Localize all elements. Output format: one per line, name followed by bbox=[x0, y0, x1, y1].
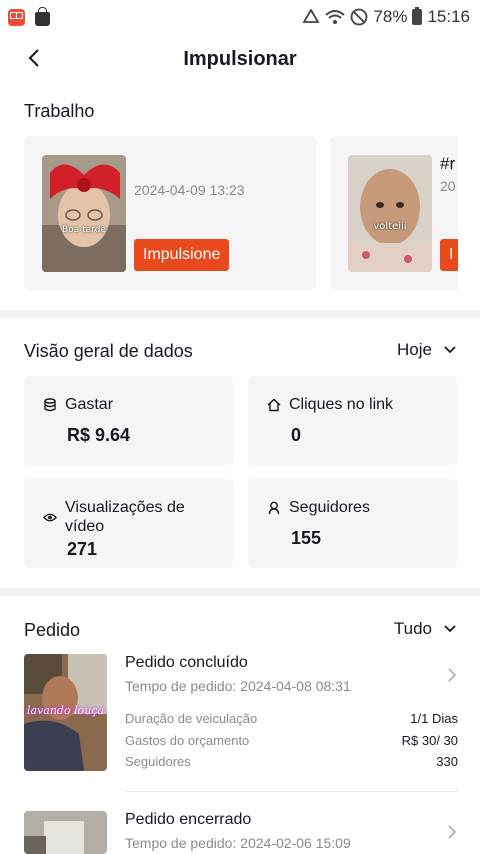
work-date: 20 bbox=[440, 178, 456, 194]
video-thumbnail[interactable]: volteiii bbox=[348, 155, 432, 272]
do-not-disturb-icon bbox=[351, 8, 368, 26]
order-status: Pedido encerrado bbox=[125, 811, 252, 828]
stat-value: R$ 9.64 bbox=[67, 425, 131, 445]
battery-percent: 78% bbox=[373, 7, 408, 26]
wifi-icon bbox=[325, 10, 346, 24]
thumbnail-caption: lavando louça bbox=[26, 704, 105, 717]
date-filter-dropdown[interactable]: Hoje bbox=[397, 340, 456, 360]
order-time: Tempo de pedido: 2024-02-06 15:09 bbox=[125, 835, 351, 851]
status-bar: 78% 15:16 bbox=[0, 0, 480, 34]
app-notification-icon bbox=[8, 8, 25, 26]
order-item[interactable]: lavando louça Pedido concluído Tempo de … bbox=[24, 654, 458, 792]
stat-label: Gastar bbox=[65, 396, 114, 413]
stat-card-video-views: Visualizações de vídeo 271 bbox=[24, 479, 233, 568]
chevron-right-icon[interactable] bbox=[448, 668, 457, 687]
detail-value: R$ 30/ 30 bbox=[401, 733, 458, 748]
stat-value: 271 bbox=[67, 539, 98, 559]
eye-icon bbox=[43, 498, 57, 536]
order-filter-dropdown[interactable]: Tudo bbox=[394, 619, 456, 639]
person-icon bbox=[267, 498, 281, 517]
order-detail-row: Gastos do orçamento R$ 30/ 30 bbox=[125, 733, 458, 748]
chevron-left-icon bbox=[28, 49, 39, 67]
section-divider bbox=[0, 588, 480, 596]
detail-value: 330 bbox=[436, 754, 458, 769]
stat-value: 155 bbox=[291, 528, 322, 548]
stat-value: 0 bbox=[291, 425, 302, 445]
detail-label: Gastos do orçamento bbox=[125, 733, 250, 748]
back-button[interactable] bbox=[20, 44, 48, 72]
overview-section-title: Visão geral de dados bbox=[24, 341, 193, 361]
chevron-down-icon bbox=[444, 625, 456, 633]
detail-label: Seguidores bbox=[125, 754, 191, 769]
recycle-icon bbox=[302, 9, 320, 23]
work-date: 2024-04-09 13:23 bbox=[134, 182, 245, 198]
work-card[interactable]: Boa tarde 2024-04-09 13:23 Impulsione bbox=[24, 136, 316, 290]
chevron-down-icon bbox=[444, 346, 456, 354]
database-icon bbox=[43, 395, 57, 414]
video-thumbnail[interactable]: Boa tarde bbox=[42, 155, 126, 272]
order-status: Pedido concluído bbox=[125, 654, 248, 671]
chevron-right-icon[interactable] bbox=[448, 825, 457, 844]
detail-label: Duração de veiculação bbox=[125, 711, 258, 726]
work-section-title: Trabalho bbox=[24, 101, 95, 121]
order-thumbnail bbox=[24, 811, 107, 854]
section-divider bbox=[0, 310, 480, 318]
work-card[interactable]: volteiii #r 20 I bbox=[330, 136, 458, 290]
orders-section-title: Pedido bbox=[24, 620, 81, 640]
stat-card-link-clicks: Cliques no link 0 bbox=[248, 376, 457, 465]
order-time: Tempo de pedido: 2024-04-08 08:31 bbox=[125, 678, 351, 694]
stat-label: Seguidores bbox=[289, 499, 370, 516]
order-detail-row: Seguidores 330 bbox=[125, 754, 458, 769]
shopping-bag-icon bbox=[35, 6, 50, 26]
order-thumbnail: lavando louça bbox=[24, 654, 107, 771]
stat-card-followers: Seguidores 155 bbox=[248, 479, 457, 568]
order-detail-row: Duração de veiculação 1/1 Dias bbox=[125, 711, 458, 726]
promote-button[interactable]: Impulsione bbox=[134, 239, 230, 271]
top-bar: Impulsionar bbox=[0, 34, 480, 84]
thumbnail-caption: volteiii bbox=[373, 221, 407, 232]
clock: 15:16 bbox=[427, 7, 470, 26]
date-filter-label: Hoje bbox=[397, 340, 432, 359]
promote-button[interactable]: I bbox=[440, 239, 458, 271]
battery-icon bbox=[412, 7, 423, 25]
page-title: Impulsionar bbox=[183, 47, 297, 70]
work-carousel[interactable]: Boa tarde 2024-04-09 13:23 Impulsione vo… bbox=[24, 136, 458, 290]
thumbnail-caption: Boa tarde bbox=[62, 225, 106, 235]
stat-label: Visualizações de vídeo bbox=[65, 499, 185, 535]
detail-value: 1/1 Dias bbox=[410, 711, 458, 726]
order-filter-label: Tudo bbox=[393, 619, 432, 638]
order-item[interactable]: Pedido encerrado Tempo de pedido: 2024-0… bbox=[24, 811, 458, 854]
home-icon bbox=[267, 395, 281, 414]
row-divider bbox=[125, 791, 458, 792]
stat-label: Cliques no link bbox=[289, 396, 394, 413]
work-title: #r bbox=[440, 154, 456, 173]
stat-card-spend: Gastar R$ 9.64 bbox=[24, 376, 233, 465]
